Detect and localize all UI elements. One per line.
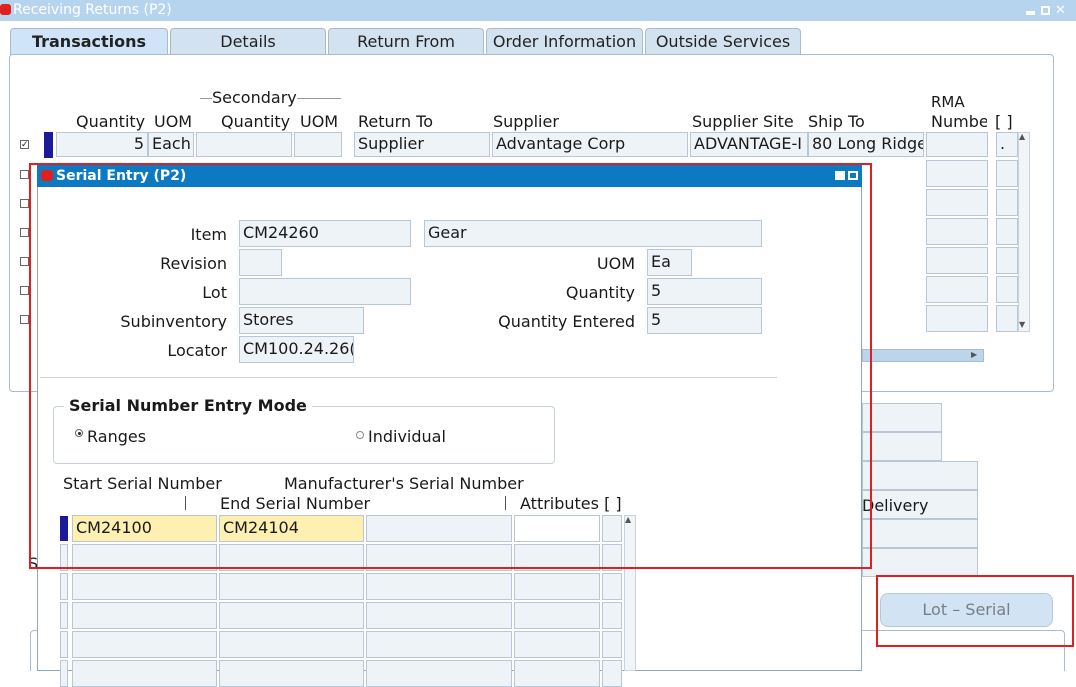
tab-transactions[interactable]: Transactions: [10, 28, 168, 55]
serial-row-cell[interactable]: [72, 602, 217, 629]
serial-row-cell[interactable]: [219, 631, 364, 658]
supplier-cell[interactable]: Advantage Corp: [492, 132, 688, 157]
flex-cell[interactable]: [996, 247, 1018, 274]
serial-row-indicator: [60, 660, 68, 687]
rma-number-cell[interactable]: [926, 132, 988, 157]
window-title: Receiving Returns (P2): [13, 2, 172, 18]
uom-header: UOM: [154, 112, 193, 131]
ship-to-header: Ship To: [808, 112, 865, 131]
oracle-window-icon: [0, 4, 11, 15]
quantity-cell[interactable]: 5: [56, 132, 148, 157]
dialog-highlight-box: [29, 163, 872, 569]
minimize-icon[interactable]: [1026, 11, 1035, 15]
row-checkbox[interactable]: [20, 228, 29, 237]
secondary-group-line-left: [200, 98, 212, 99]
return-to-cell[interactable]: Supplier: [354, 132, 490, 157]
serial-row-cell[interactable]: [72, 660, 217, 687]
serial-row-cell[interactable]: [602, 660, 622, 687]
secondary-group-line-right: [297, 98, 341, 99]
supplier-site-header: Supplier Site: [692, 112, 794, 131]
row-checkbox[interactable]: [20, 257, 29, 266]
maximize-icon[interactable]: [1041, 6, 1050, 15]
scroll-right-icon[interactable]: ▶: [971, 350, 977, 359]
serial-row-cell[interactable]: [602, 602, 622, 629]
tab-order-information[interactable]: Order Information: [486, 28, 643, 55]
header-field[interactable]: [862, 461, 978, 490]
rma-number-cell[interactable]: [926, 305, 988, 332]
rma-number-cell[interactable]: [926, 276, 988, 303]
serial-row-cell[interactable]: [72, 573, 217, 600]
serial-row-cell[interactable]: [602, 573, 622, 600]
rma-header-line2: Numbe: [931, 112, 987, 131]
serial-row-cell[interactable]: [514, 631, 600, 658]
tab-outside-services[interactable]: Outside Services: [645, 28, 801, 55]
horizontal-scrollbar[interactable]: [862, 349, 984, 362]
rma-header-line1: RMA: [931, 93, 965, 111]
secondary-uom-header: UOM: [300, 112, 339, 131]
serial-row-cell[interactable]: [219, 602, 364, 629]
quantity-header: Quantity: [76, 112, 146, 131]
tab-return-from[interactable]: Return From: [328, 28, 484, 55]
flex-cell[interactable]: [996, 305, 1018, 332]
serial-row-cell[interactable]: [514, 573, 600, 600]
flex-cell[interactable]: [996, 160, 1018, 187]
flex-cell[interactable]: [996, 276, 1018, 303]
serial-row-cell[interactable]: [366, 573, 512, 600]
serial-row-cell[interactable]: [72, 631, 217, 658]
vertical-scrollbar[interactable]: [1018, 132, 1030, 332]
serial-row-cell[interactable]: [366, 660, 512, 687]
supplier-header: Supplier: [493, 112, 559, 131]
rma-number-cell[interactable]: [926, 218, 988, 245]
lot-serial-highlight-box: [876, 575, 1074, 647]
serial-row-indicator: [60, 631, 68, 658]
row-checkbox[interactable]: [20, 199, 29, 208]
flex-header: [ ]: [995, 112, 1013, 131]
return-to-header: Return To: [358, 112, 434, 131]
header-field[interactable]: [862, 548, 978, 577]
flex-cell[interactable]: [996, 218, 1018, 245]
serial-row-cell[interactable]: [514, 660, 600, 687]
current-row-indicator: [44, 132, 53, 158]
header-field[interactable]: [862, 432, 942, 461]
serial-row-cell[interactable]: [366, 631, 512, 658]
serial-row-indicator: [60, 573, 68, 600]
serial-row-cell[interactable]: [514, 602, 600, 629]
tab-details[interactable]: Details: [170, 28, 326, 55]
close-icon[interactable]: ✕: [1055, 0, 1066, 21]
uom-cell[interactable]: Each: [148, 132, 194, 157]
row-checkbox[interactable]: [20, 170, 29, 179]
ship-to-cell[interactable]: 80 Long Ridge: [808, 132, 924, 157]
rma-number-cell[interactable]: [926, 189, 988, 216]
header-field[interactable]: [862, 519, 978, 548]
secondary-quantity-cell[interactable]: [196, 132, 292, 157]
scroll-up-icon[interactable]: ▲: [1019, 132, 1025, 141]
supplier-site-cell[interactable]: ADVANTAGE-I: [690, 132, 808, 157]
serial-row-cell[interactable]: [602, 631, 622, 658]
rma-number-cell[interactable]: [926, 160, 988, 187]
rma-number-cell[interactable]: [926, 247, 988, 274]
serial-row-cell[interactable]: [219, 660, 364, 687]
secondary-uom-cell[interactable]: [294, 132, 342, 157]
main-window-titlebar: Receiving Returns (P2) ✕: [0, 0, 1076, 21]
serial-row-indicator: [60, 602, 68, 629]
header-field[interactable]: [862, 403, 942, 432]
scroll-down-icon[interactable]: ▼: [1019, 320, 1025, 329]
serial-row-cell[interactable]: [366, 602, 512, 629]
serial-row-cell[interactable]: [219, 573, 364, 600]
row-select-checkbox[interactable]: ✓: [20, 140, 29, 150]
flex-cell[interactable]: [996, 189, 1018, 216]
secondary-quantity-header: Quantity: [221, 112, 291, 131]
row-checkbox[interactable]: [20, 286, 29, 295]
row-checkbox[interactable]: [20, 315, 29, 324]
secondary-group-header: Secondary: [212, 88, 297, 107]
flex-cell[interactable]: .: [996, 132, 1018, 157]
